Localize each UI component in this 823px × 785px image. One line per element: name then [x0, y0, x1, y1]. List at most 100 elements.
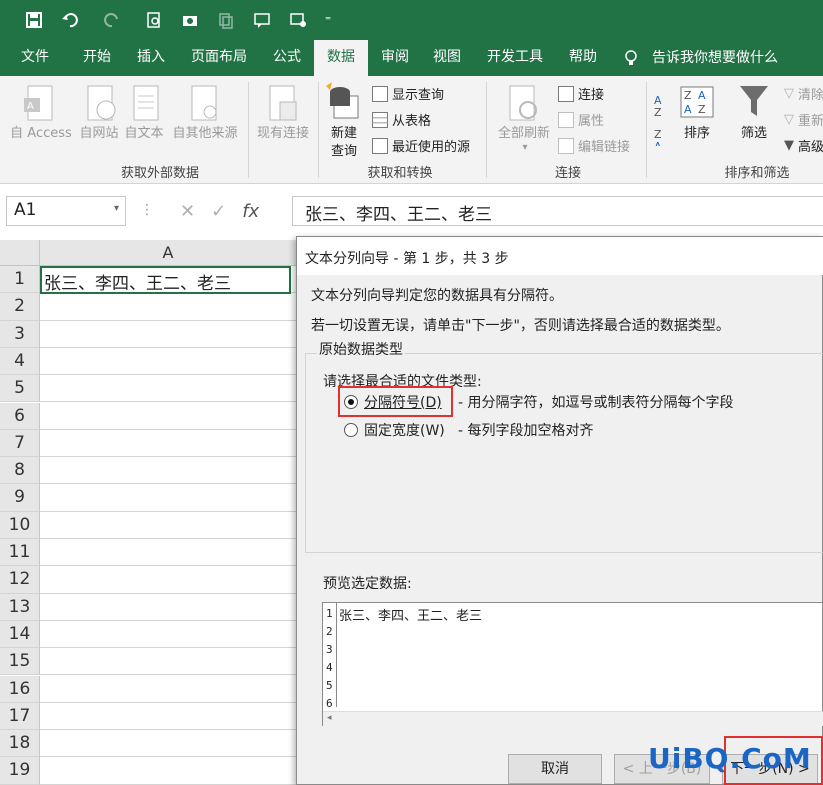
grid-row[interactable] [40, 375, 296, 403]
cancel-button[interactable]: 取消 [508, 754, 602, 784]
refresh-all-button[interactable]: 全部刷新 [494, 122, 554, 141]
row-header[interactable]: 9 [0, 484, 40, 512]
grid-row[interactable] [40, 512, 296, 539]
shape-icon[interactable] [286, 8, 310, 32]
fixed-width-option[interactable]: 固定宽度(W) [344, 420, 445, 440]
new-query-label[interactable]: 新建 [322, 122, 366, 141]
group-label-get-external: 获取外部数据 [120, 166, 199, 181]
row-header[interactable]: 17 [0, 702, 40, 731]
row-header[interactable]: 8 [0, 457, 40, 485]
name-box[interactable]: A1 ▾ [6, 196, 126, 226]
show-queries-button[interactable]: 显示查询 [372, 84, 444, 103]
row-header[interactable]: 15 [0, 648, 40, 676]
tab-page-layout[interactable]: 页面布局 [182, 40, 256, 76]
connections-button[interactable]: 连接 [558, 84, 604, 103]
refresh-dropdown-icon[interactable]: ▾ [520, 142, 530, 153]
properties-button[interactable]: 属性 [558, 110, 604, 129]
fixed-width-radio[interactable] [344, 423, 358, 437]
row-header[interactable]: 3 [0, 320, 40, 348]
grid-row[interactable] [40, 430, 296, 458]
from-table-button[interactable]: 从表格 [372, 110, 431, 129]
tab-home[interactable]: 开始 [72, 40, 122, 76]
row-header[interactable]: 10 [0, 511, 40, 539]
from-text-button[interactable]: 自文本 [120, 122, 168, 141]
grid-row[interactable] [40, 539, 296, 567]
enter-icon[interactable]: ✓ [211, 201, 226, 222]
filter-button[interactable]: 筛选 [732, 122, 776, 141]
tab-review[interactable]: 审阅 [370, 40, 420, 76]
edit-links-button[interactable]: 编辑链接 [558, 136, 630, 155]
ribbon-tabs: 文件 开始 插入 页面布局 公式 数据 审阅 视图 开发工具 帮助 告诉我你想要… [0, 40, 823, 76]
grid-row[interactable] [40, 484, 296, 512]
cancel-icon[interactable]: ✕ [180, 201, 195, 222]
grid-row[interactable] [40, 703, 296, 731]
tab-formulas[interactable]: 公式 [262, 40, 312, 76]
copy-icon[interactable] [214, 8, 238, 32]
print-preview-icon[interactable] [142, 8, 166, 32]
row-header[interactable]: 6 [0, 402, 40, 430]
grid-row[interactable] [40, 621, 296, 649]
column-header-a[interactable]: A [40, 240, 296, 266]
sort-az-icon[interactable]: AZZA [652, 90, 674, 146]
grid-row[interactable] [40, 594, 296, 621]
grid-row[interactable] [40, 566, 296, 594]
resize-handle-icon[interactable]: ⋮ [140, 202, 154, 218]
save-icon[interactable] [22, 8, 46, 32]
undo-icon[interactable] [58, 8, 82, 32]
row-header[interactable]: 16 [0, 675, 40, 703]
insert-function-icon[interactable]: fx [242, 201, 259, 222]
camera-icon[interactable] [178, 8, 202, 32]
tab-view[interactable]: 视图 [422, 40, 472, 76]
grid-row[interactable] [40, 348, 296, 376]
from-access-button[interactable]: 自 Access [4, 122, 78, 141]
row-header[interactable]: 2 [0, 293, 40, 321]
grid-row[interactable] [40, 730, 296, 758]
svg-text:A: A [684, 103, 692, 116]
grid-row[interactable] [40, 457, 296, 485]
row-header[interactable]: 5 [0, 375, 40, 403]
from-other-sources-button[interactable]: 自其他来源 [166, 122, 244, 141]
select-all-corner[interactable] [0, 240, 40, 266]
row-header[interactable]: 7 [0, 429, 40, 458]
row-header[interactable]: 19 [0, 757, 40, 785]
tab-file[interactable]: 文件 [10, 40, 60, 76]
tab-insert[interactable]: 插入 [126, 40, 176, 76]
svg-text:A: A [698, 89, 706, 102]
formula-input[interactable]: 张三、李四、王二、老三 [292, 196, 823, 226]
cell-a1[interactable]: 张三、李四、王二、老三 [40, 266, 291, 294]
preview-horizontal-scrollbar[interactable]: ◂ [323, 711, 823, 726]
name-box-dropdown-icon[interactable]: ▾ [114, 203, 119, 214]
grid-row[interactable] [40, 648, 296, 676]
new-query-dropdown[interactable]: 查询 [322, 140, 366, 159]
grid-row[interactable] [40, 321, 296, 348]
sort-button[interactable]: 排序 [676, 122, 718, 141]
row-header[interactable]: 18 [0, 730, 40, 758]
row-header[interactable]: 1 [0, 266, 40, 294]
grid-row[interactable] [40, 403, 296, 430]
comment-icon[interactable] [250, 8, 274, 32]
preview-box[interactable]: 1 2 3 4 5 6 张三、李四、王二、老三 ◂ [322, 602, 823, 726]
tab-data[interactable]: 数据 [314, 40, 368, 76]
group-label-connections: 连接 [554, 166, 581, 181]
advanced-filter-button[interactable]: ▼ 高级 [784, 136, 823, 155]
tab-help[interactable]: 帮助 [560, 40, 606, 76]
fixed-width-label[interactable]: 固定宽度(W) [364, 420, 445, 440]
grid-row[interactable] [40, 757, 296, 785]
tab-developer[interactable]: 开发工具 [480, 40, 550, 76]
row-header[interactable]: 13 [0, 593, 40, 621]
from-web-button[interactable]: 自网站 [74, 122, 124, 141]
row-header[interactable]: 14 [0, 620, 40, 649]
row-header[interactable]: 11 [0, 539, 40, 567]
grid-row[interactable] [40, 293, 296, 321]
clear-filter-button[interactable]: ▽ 清除 [784, 84, 823, 103]
scroll-left-icon[interactable]: ◂ [327, 713, 332, 723]
row-header[interactable]: 4 [0, 347, 40, 376]
reapply-button[interactable]: ▽ 重新 [784, 110, 823, 129]
redo-icon[interactable] [100, 8, 124, 32]
row-header[interactable]: 12 [0, 566, 40, 594]
customize-qat-icon[interactable]: ⁼ [316, 8, 340, 32]
tell-me-box[interactable]: 告诉我你想要做什么 [622, 40, 778, 76]
existing-connections-button[interactable]: 现有连接 [252, 122, 314, 141]
grid-row[interactable] [40, 676, 296, 703]
recent-sources-button[interactable]: 最近使用的源 [372, 136, 470, 155]
